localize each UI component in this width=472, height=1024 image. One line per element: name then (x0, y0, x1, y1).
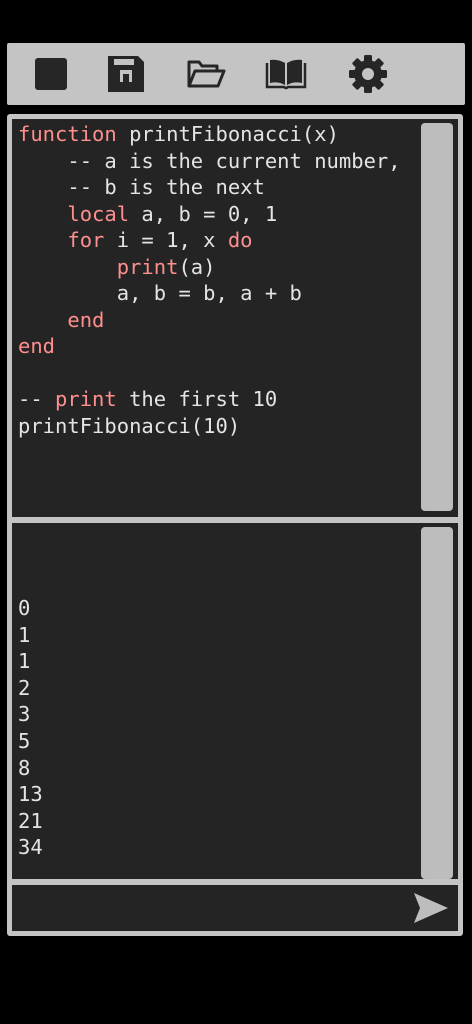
code-token: -- a is the current number, (18, 148, 401, 173)
gear-icon (349, 55, 387, 93)
book-icon (265, 59, 307, 90)
console-output: 0 1 1 2 3 5 8 13 21 34 (18, 595, 43, 861)
command-bar (12, 885, 458, 931)
output-line: 8 (18, 755, 31, 780)
code-line: -- a is the current number, (18, 148, 401, 175)
output-line: 3 (18, 702, 31, 727)
code-token: -- (18, 387, 56, 411)
code-line: -- b is the next (18, 174, 401, 201)
code-keyword: end (18, 334, 56, 358)
output-console: 0 1 1 2 3 5 8 13 21 34 (12, 523, 458, 879)
console-scrollbar[interactable] (421, 527, 453, 879)
output-line: 2 (18, 675, 31, 700)
code-token: printFibonacci(x) (116, 122, 339, 146)
code-line: printFibonacci(10) (18, 413, 401, 440)
send-icon[interactable] (410, 891, 450, 925)
output-line: 5 (18, 728, 31, 753)
code-token: i = 1, x (104, 228, 228, 252)
output-line: 1 (18, 622, 31, 647)
output-line: 13 (18, 782, 43, 807)
folder-open-icon (187, 60, 226, 88)
code-keyword: local (67, 201, 130, 226)
code-keyword: for (67, 228, 105, 252)
code-keyword: do (227, 228, 253, 252)
code-line: -- print the first 10 (18, 386, 401, 413)
code-editor[interactable]: function printFibonacci(x) -- a is the c… (12, 119, 458, 517)
code-keyword: print (116, 254, 179, 279)
code-line: for i = 1, x do (18, 227, 401, 254)
command-input[interactable] (18, 891, 402, 927)
output-line: 34 (18, 835, 43, 860)
code-token: a, b = b, a + b (18, 281, 302, 305)
code-line: print(a) (18, 254, 401, 281)
code-token: (a) (178, 254, 216, 279)
code-keyword: print (55, 387, 117, 411)
code-line: a, b = b, a + b (18, 280, 401, 307)
docs-button[interactable] (265, 53, 307, 95)
editor-scrollbar[interactable] (421, 123, 453, 511)
code-text[interactable]: function printFibonacci(x) -- a is the c… (18, 121, 401, 439)
stop-button[interactable] (30, 53, 72, 95)
save-icon (108, 56, 144, 92)
code-token: the first 10 (116, 387, 278, 411)
output-line: 0 (18, 596, 31, 620)
open-button[interactable] (185, 53, 227, 95)
stop-icon (35, 58, 67, 90)
code-keyword: end (67, 307, 105, 332)
code-line: function printFibonacci(x) (18, 121, 401, 148)
save-button[interactable] (105, 53, 147, 95)
code-line: end (18, 307, 401, 334)
code-token: -- b is the next (18, 175, 265, 199)
code-token: a, b = 0, 1 (129, 201, 278, 226)
toolbar (7, 43, 465, 105)
output-line: 21 (18, 808, 43, 833)
code-keyword: function (18, 122, 117, 146)
code-line: local a, b = 0, 1 (18, 201, 401, 228)
settings-button[interactable] (347, 53, 389, 95)
output-line: 1 (18, 649, 31, 674)
code-token: printFibonacci(10) (18, 413, 241, 438)
code-line: end (18, 333, 401, 360)
ide-frame: function printFibonacci(x) -- a is the c… (7, 114, 463, 936)
